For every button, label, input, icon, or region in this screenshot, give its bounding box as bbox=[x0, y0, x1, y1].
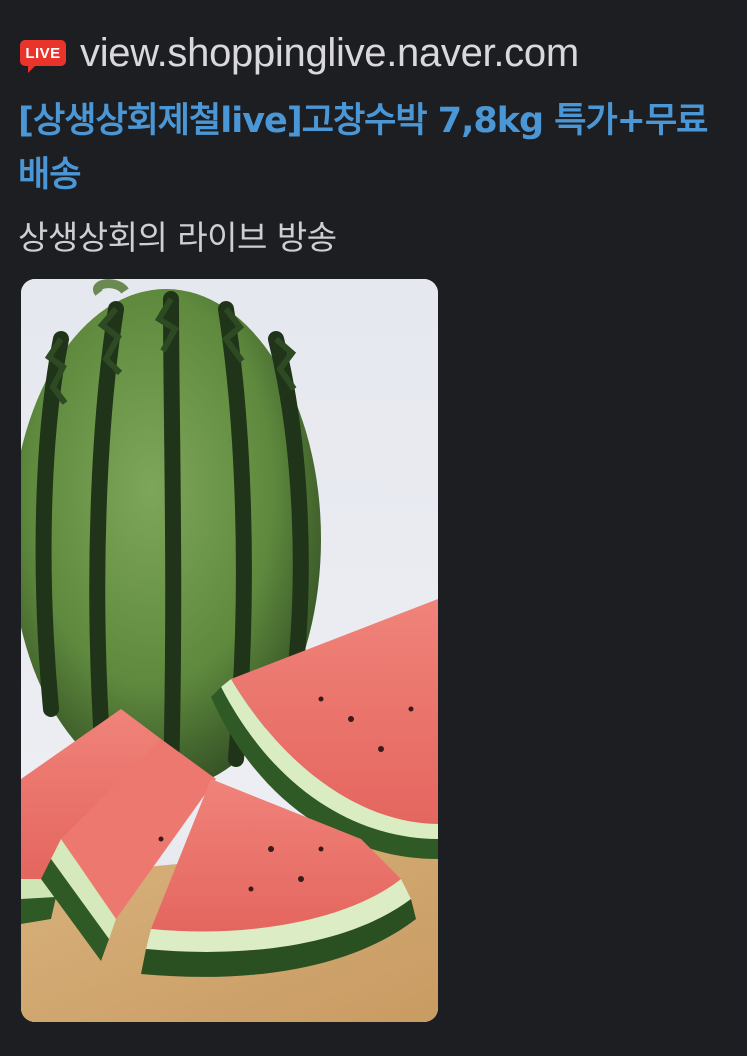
preview-title-link[interactable]: [상생상회제철live]고창수박 7,8kg 특가+무료배송 bbox=[18, 94, 728, 202]
site-row: LIVE view.shoppinglive.naver.com bbox=[20, 28, 579, 78]
preview-thumbnail-image[interactable] bbox=[21, 279, 438, 1022]
live-icon: LIVE bbox=[20, 40, 66, 73]
link-preview-card[interactable]: LIVE view.shoppinglive.naver.com [상생상회제철… bbox=[0, 0, 747, 1056]
preview-description: 상생상회의 라이브 방송 bbox=[18, 218, 337, 257]
watermelon-photo bbox=[21, 279, 438, 1022]
site-domain[interactable]: view.shoppinglive.naver.com bbox=[80, 28, 579, 78]
